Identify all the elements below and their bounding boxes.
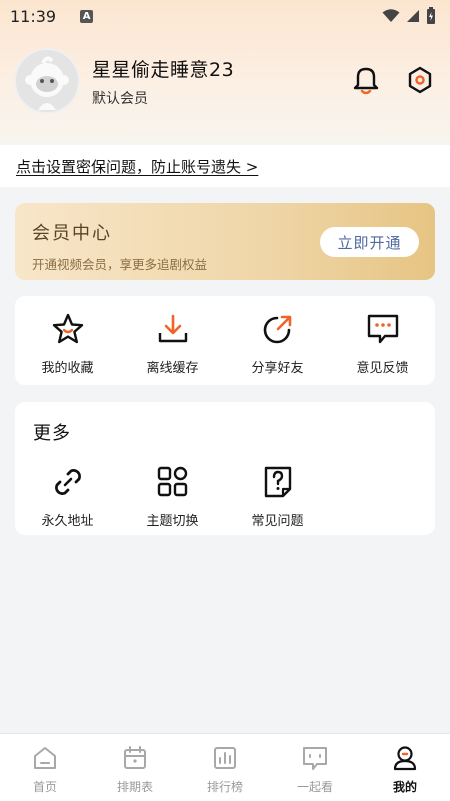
favorites-button[interactable]: 我的收藏 (15, 296, 120, 385)
battery-icon (427, 7, 435, 24)
status-time: 11:39 (10, 6, 57, 26)
permanent-address-label: 永久地址 (41, 514, 94, 529)
theme-switch-button[interactable]: 主题切换 (120, 464, 225, 529)
cell-signal-icon (407, 10, 419, 22)
offline-cache-button[interactable]: 离线缓存 (120, 296, 225, 385)
bell-icon (353, 67, 379, 95)
faq-label: 常见问题 (251, 514, 304, 529)
notification-a-icon: A (80, 9, 94, 23)
quick-actions-card: 我的收藏 离线缓存 分享好友 意见反馈 (15, 296, 435, 385)
link-icon (50, 464, 86, 500)
feedback-label: 意见反馈 (356, 361, 409, 376)
share-button[interactable]: 分享好友 (225, 296, 330, 385)
theme-switch-label: 主题切换 (146, 514, 199, 529)
activate-vip-button[interactable]: 立即开通 (320, 227, 419, 257)
home-icon (31, 744, 59, 772)
faq-button[interactable]: 常见问题 (225, 464, 330, 529)
ranking-icon (211, 744, 239, 772)
feedback-button[interactable]: 意见反馈 (330, 296, 435, 385)
download-icon (155, 311, 191, 347)
star-icon (50, 311, 86, 347)
tab-mine-label: 我的 (392, 780, 417, 794)
tab-home-label: 首页 (32, 780, 57, 794)
notification-bell-button[interactable] (350, 64, 382, 96)
wifi-icon (382, 9, 400, 22)
settings-hexagon-icon (408, 66, 432, 94)
tab-ranking[interactable]: 排行榜 (180, 734, 270, 801)
calendar-icon (121, 744, 149, 772)
settings-button[interactable] (404, 64, 436, 96)
permanent-address-button[interactable]: 永久地址 (15, 464, 120, 529)
favorites-label: 我的收藏 (41, 361, 94, 376)
more-card: 更多 永久地址 主题切换 常见问题 (15, 402, 435, 535)
tab-home[interactable]: 首页 (0, 734, 90, 801)
offline-cache-label: 离线缓存 (146, 361, 199, 376)
security-question-bar[interactable]: 点击设置密保问题，防止账号遗失 > (0, 145, 450, 187)
bottom-tab-bar: 首页 排期表 排行榜 一起看 我的 (0, 733, 450, 801)
profile-icon (391, 744, 419, 772)
theme-grid-icon (155, 464, 191, 500)
vip-center-card[interactable]: 会员中心 开通视频会员，享更多追剧权益 立即开通 (15, 203, 435, 280)
feedback-icon (365, 311, 401, 347)
tab-watch-together-label: 一起看 (296, 780, 333, 794)
watch-together-icon (301, 744, 329, 772)
share-label: 分享好友 (251, 361, 304, 376)
status-bar: 11:39 A (0, 0, 450, 32)
tab-watch-together[interactable]: 一起看 (270, 734, 360, 801)
avatar[interactable] (14, 48, 80, 114)
member-status: 默认会员 (92, 90, 148, 107)
security-question-link[interactable]: 点击设置密保问题，防止账号遗失 > (16, 156, 258, 177)
tab-schedule-label: 排期表 (116, 780, 153, 794)
tab-mine[interactable]: 我的 (360, 734, 450, 801)
tab-schedule[interactable]: 排期表 (90, 734, 180, 801)
avatar-monkey-icon (16, 50, 78, 112)
faq-icon (260, 464, 296, 500)
username: 星星偷走睡意23 (92, 58, 235, 81)
more-title: 更多 (33, 423, 71, 444)
profile-section[interactable]: 星星偷走睡意23 默认会员 (14, 48, 234, 114)
share-icon (260, 311, 296, 347)
tab-ranking-label: 排行榜 (206, 780, 243, 794)
